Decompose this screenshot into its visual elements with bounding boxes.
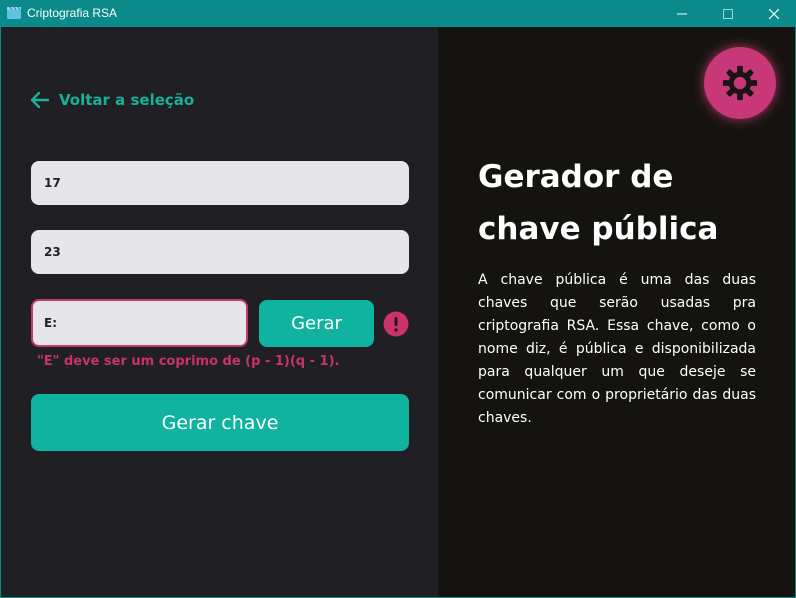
description-text: A chave pública é uma das duas chaves qu… — [478, 272, 756, 426]
p-input[interactable]: 17 — [31, 161, 409, 205]
q-input[interactable]: 23 — [31, 230, 409, 274]
arrow-left-icon — [31, 92, 49, 108]
page-title-line-2: chave pública — [478, 211, 719, 247]
window-title: Criptografia RSA — [27, 6, 118, 20]
minimize-button[interactable] — [659, 1, 705, 27]
generate-key-button[interactable]: Gerar chave — [31, 394, 409, 451]
clapperboard-icon — [7, 7, 21, 19]
close-button[interactable] — [751, 1, 795, 27]
e-input[interactable]: E: — [31, 299, 248, 347]
gear-icon — [722, 65, 758, 101]
form-panel: Voltar a seleção 17 23 E: Gerar "E" deve… — [1, 27, 438, 597]
page-title: Gerador de chave pública — [478, 151, 768, 255]
page-title-line-1: Gerador de — [478, 159, 674, 195]
app-window: Criptografia RSA Voltar a seleção 17 23 … — [0, 0, 796, 598]
minimize-icon — [677, 13, 687, 15]
exclamation-circle-icon — [383, 311, 409, 337]
back-label: Voltar a seleção — [59, 91, 195, 109]
back-link[interactable]: Voltar a seleção — [31, 89, 194, 111]
maximize-icon — [723, 9, 733, 19]
gerar-button[interactable]: Gerar — [259, 300, 374, 347]
maximize-button[interactable] — [705, 1, 751, 27]
error-message: "E" deve ser um coprimo de (p - 1)(q - 1… — [37, 354, 340, 369]
title-bar[interactable]: Criptografia RSA — [1, 1, 795, 27]
settings-button[interactable] — [704, 47, 776, 119]
info-panel: Gerador de chave pública A chave pública… — [438, 27, 795, 597]
close-icon — [769, 9, 779, 19]
